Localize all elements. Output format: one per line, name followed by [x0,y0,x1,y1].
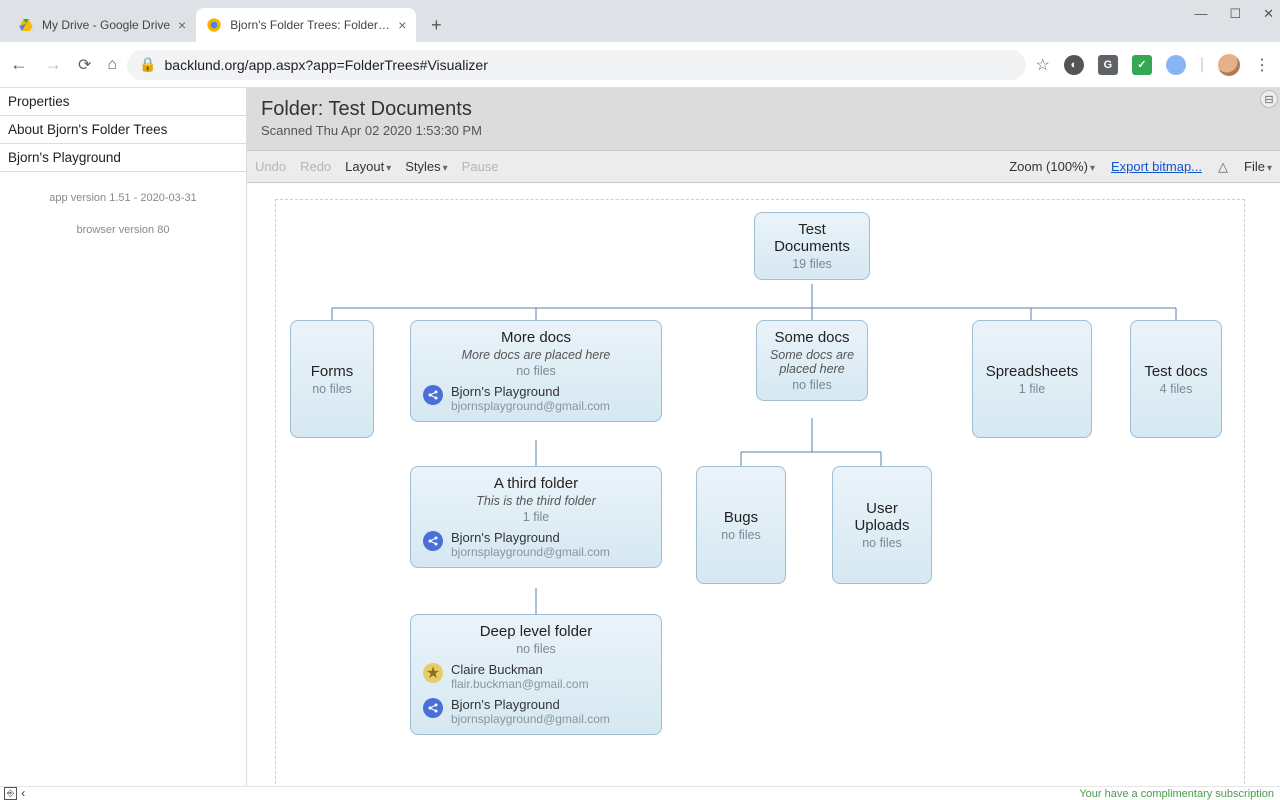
home-button[interactable]: ⌂ [107,56,117,74]
url-field[interactable]: 🔒 backlund.org/app.aspx?app=FolderTrees#… [127,50,1025,80]
badge-icon: ★ [423,663,443,683]
scan-timestamp: Scanned Thu Apr 02 2020 1:53:30 PM [261,123,1266,138]
drive-favicon-icon [18,17,34,33]
node-root[interactable]: Test Documents 19 files [754,212,870,280]
tree-canvas[interactable]: Test Documents 19 files Forms no files M… [247,183,1280,786]
star-icon[interactable]: ☆ [1036,55,1050,75]
layout-menu[interactable]: Layout [345,159,391,174]
fullscreen-icon[interactable]: △ [1218,159,1228,175]
minimize-button[interactable]: — [1194,6,1207,22]
browser-version-label: browser version 80 [0,224,246,236]
extension-icon[interactable]: ◐ [1064,55,1084,75]
url-text: backlund.org/app.aspx?app=FolderTrees#Vi… [165,57,488,73]
node-more-docs[interactable]: More docs More docs are placed here no f… [410,320,662,422]
profile-avatar[interactable] [1218,54,1240,76]
tab-title: My Drive - Google Drive [42,18,170,32]
kebab-menu-icon[interactable]: ⋮ [1254,55,1270,75]
app-version-label: app version 1.51 - 2020-03-31 [0,192,246,204]
tree-paper: Test Documents 19 files Forms no files M… [275,199,1245,786]
app-favicon-icon [206,17,222,33]
zoom-menu[interactable]: Zoom (100%) [1009,159,1095,174]
new-tab-button[interactable]: + [422,11,450,39]
page-header: Folder: Test Documents Scanned Thu Apr 0… [247,88,1280,151]
file-menu[interactable]: File [1244,159,1272,174]
lock-icon: 🔒 [139,56,156,73]
browser-tab-drive[interactable]: My Drive - Google Drive × [8,8,196,42]
status-bar: ⎆ ‹ Your have a complimentary subscripti… [0,786,1280,800]
redo-button[interactable]: Redo [300,159,331,174]
undo-button[interactable]: Undo [255,159,286,174]
node-spreadsheets[interactable]: Spreadsheets 1 file [972,320,1092,438]
subscription-note: Your have a complimentary subscription [1079,788,1274,800]
back-button[interactable]: ← [10,54,28,75]
devtools-icon[interactable]: ⎆ [4,787,17,800]
tab-title: Bjorn's Folder Trees: Folder: Test [230,18,390,32]
collapse-panel-icon[interactable]: ⊟ [1260,90,1278,108]
page-title: Folder: Test Documents [261,98,1266,121]
sidebar: Properties About Bjorn's Folder Trees Bj… [0,88,247,786]
browser-address-bar: ← → ⟳ ⌂ 🔒 backlund.org/app.aspx?app=Fold… [0,42,1280,88]
sidebar-item-playground[interactable]: Bjorn's Playground [0,144,246,172]
export-bitmap-link[interactable]: Export bitmap... [1111,159,1202,174]
styles-menu[interactable]: Styles [405,159,447,174]
sidebar-item-properties[interactable]: Properties [0,88,246,116]
share-icon [423,698,443,718]
extension-g-icon[interactable]: G [1098,55,1118,75]
extension-green-icon[interactable]: ✓ [1132,55,1152,75]
share-icon [423,531,443,551]
sidebar-item-about[interactable]: About Bjorn's Folder Trees [0,116,246,144]
forward-button[interactable]: → [44,54,62,75]
browser-tab-strip: My Drive - Google Drive × Bjorn's Folder… [0,0,1280,42]
close-icon[interactable]: × [398,18,406,32]
node-some-docs[interactable]: Some docs Some docs are placed here no f… [756,320,868,401]
node-bugs[interactable]: Bugs no files [696,466,786,584]
node-third-folder[interactable]: A third folder This is the third folder … [410,466,662,568]
node-forms[interactable]: Forms no files [290,320,374,438]
maximize-button[interactable]: ☐ [1229,6,1241,22]
extension-blue-icon[interactable] [1166,55,1186,75]
close-window-button[interactable]: ✕ [1263,6,1274,22]
toolbar: Undo Redo Layout Styles Pause Zoom (100%… [247,151,1280,183]
share-icon [423,385,443,405]
chevron-left-icon[interactable]: ‹ [21,786,25,800]
node-user-uploads[interactable]: User Uploads no files [832,466,932,584]
node-deep-level[interactable]: Deep level folder no files ★ Claire Buck… [410,614,662,735]
reload-button[interactable]: ⟳ [78,55,91,75]
browser-tab-app[interactable]: Bjorn's Folder Trees: Folder: Test × [196,8,416,42]
window-controls: — ☐ ✕ [1194,6,1274,22]
pause-button[interactable]: Pause [462,159,499,174]
close-icon[interactable]: × [178,18,186,32]
node-test-docs[interactable]: Test docs 4 files [1130,320,1222,438]
